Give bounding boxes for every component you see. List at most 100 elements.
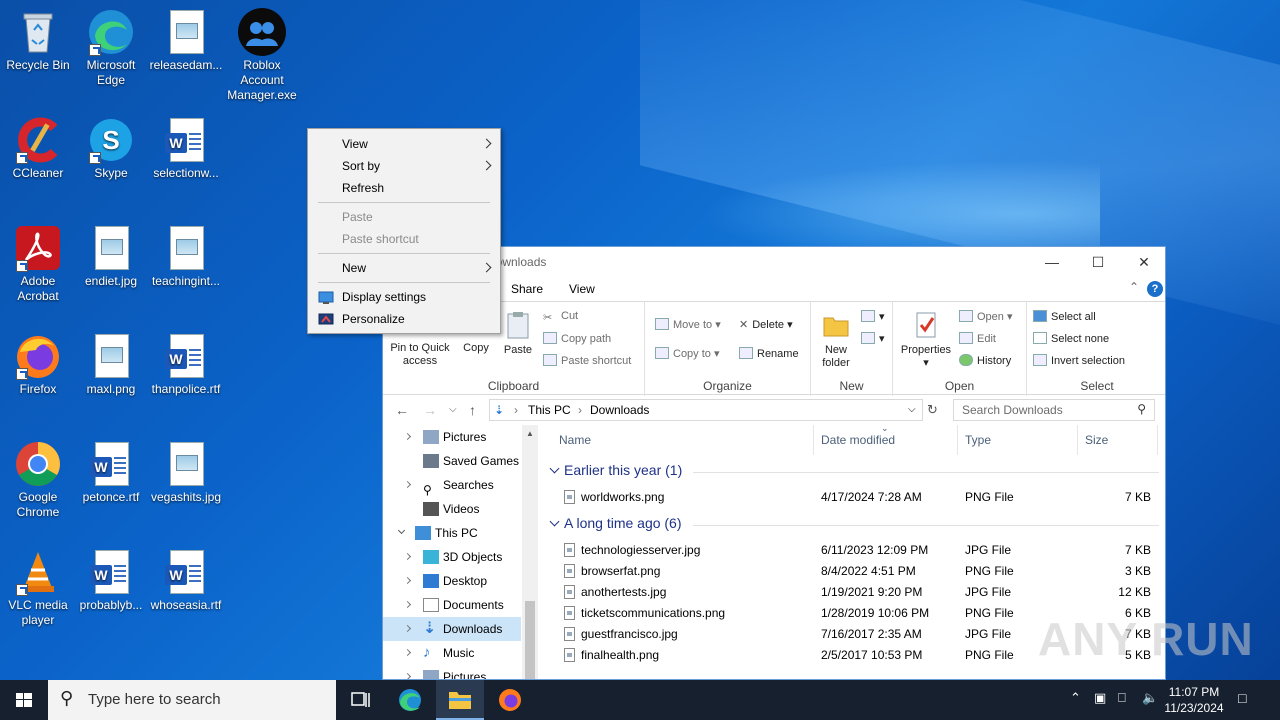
forward-arrow-icon[interactable]: → bbox=[423, 402, 437, 418]
menu-item-display-settings[interactable]: Display settings bbox=[308, 286, 500, 308]
paste-button[interactable]: Paste bbox=[501, 310, 535, 357]
paste-shortcut-button[interactable]: Paste shortcut bbox=[543, 354, 631, 367]
nav-item-saved-games[interactable]: Saved Games bbox=[383, 449, 521, 473]
tab-share[interactable]: Share bbox=[511, 282, 543, 296]
column-header-size[interactable]: Size bbox=[1085, 433, 1108, 447]
start-button[interactable] bbox=[0, 680, 48, 720]
nav-item-this-pc[interactable]: This PC bbox=[383, 521, 521, 545]
desktop-icon-endiet[interactable]: endiet.jpg bbox=[73, 224, 149, 289]
move-to-button[interactable]: Move to ▾ bbox=[655, 318, 721, 331]
menu-item-personalize[interactable]: Personalize bbox=[308, 308, 500, 330]
breadcrumb-this-pc[interactable]: This PC bbox=[528, 403, 571, 417]
column-header-date[interactable]: Date modified bbox=[821, 433, 895, 447]
nav-item-music[interactable]: ♪ Music bbox=[383, 641, 521, 665]
address-bar[interactable]: ⇣ › This PC › Downloads ⌵ bbox=[489, 399, 923, 421]
nav-item-documents[interactable]: Documents bbox=[383, 593, 521, 617]
volume-icon[interactable]: 🔈 bbox=[1142, 690, 1158, 720]
table-row[interactable]: anothertests.jpg 1/19/2021 9:20 PM JPG F… bbox=[541, 582, 1165, 603]
table-row[interactable]: worldworks.png 4/17/2024 7:28 AM PNG Fil… bbox=[541, 487, 1165, 508]
edit-button[interactable]: Edit bbox=[959, 332, 996, 345]
taskbar-firefox-icon[interactable] bbox=[486, 680, 534, 720]
desktop-icon-maxl[interactable]: maxl.png bbox=[73, 332, 149, 397]
maximize-button[interactable]: ☐ bbox=[1075, 247, 1121, 277]
address-dropdown-icon[interactable]: ⌵ bbox=[908, 404, 916, 415]
menu-item-sort-by[interactable]: Sort by bbox=[308, 155, 500, 177]
desktop-icon-skype[interactable]: S Skype bbox=[73, 116, 149, 181]
scrollbar-thumb[interactable] bbox=[525, 601, 535, 679]
select-none-button[interactable]: Select none bbox=[1033, 332, 1109, 345]
up-arrow-icon[interactable]: ↑ bbox=[469, 402, 476, 418]
desktop-icon-whoseasia[interactable]: W whoseasia.rtf bbox=[148, 548, 224, 613]
desktop-icon-firefox[interactable]: Firefox bbox=[0, 332, 76, 397]
nav-item-pictures-2[interactable]: Pictures bbox=[383, 665, 521, 679]
desktop-icon-thanpolice[interactable]: W thanpolice.rtf bbox=[148, 332, 224, 397]
desktop-icon-chrome[interactable]: Google Chrome bbox=[0, 440, 76, 520]
nav-item-pictures[interactable]: Pictures bbox=[383, 425, 521, 449]
invert-selection-button[interactable]: Invert selection bbox=[1033, 354, 1125, 367]
new-item-icon[interactable]: ▾ bbox=[861, 310, 885, 323]
desktop-icon-roblox[interactable]: Roblox Account Manager.exe bbox=[224, 8, 300, 103]
menu-item-new[interactable]: New bbox=[308, 257, 500, 279]
cut-button[interactable]: ✂ Cut bbox=[543, 310, 578, 324]
recent-locations-icon[interactable]: ⌵ bbox=[449, 404, 457, 415]
desktop-icon-probablyb[interactable]: W probablyb... bbox=[73, 548, 149, 613]
column-header-name[interactable]: Name bbox=[559, 433, 591, 447]
desktop-icon-vegashits[interactable]: vegashits.jpg bbox=[148, 440, 224, 505]
task-view-icon[interactable] bbox=[336, 680, 384, 720]
menu-item-paste-shortcut[interactable]: Paste shortcut bbox=[308, 228, 500, 250]
nav-scrollbar[interactable]: ▲ bbox=[522, 425, 538, 679]
nav-item-desktop[interactable]: Desktop bbox=[383, 569, 521, 593]
nav-item-downloads[interactable]: ⇣ Downloads bbox=[383, 617, 521, 641]
copy-button[interactable]: Copy bbox=[461, 342, 491, 355]
history-button[interactable]: History bbox=[959, 354, 1011, 367]
select-all-button[interactable]: Select all bbox=[1033, 310, 1096, 323]
scroll-up-icon[interactable]: ▲ bbox=[526, 429, 534, 438]
desktop-icon-selectionw[interactable]: W selectionw... bbox=[148, 116, 224, 181]
notifications-icon[interactable]: □ bbox=[1238, 690, 1246, 720]
desktop-icon-edge[interactable]: Microsoft Edge bbox=[73, 8, 149, 88]
nav-item-searches[interactable]: ⚲ Searches bbox=[383, 473, 521, 497]
taskbar-explorer-icon[interactable] bbox=[436, 680, 484, 720]
menu-item-view[interactable]: View bbox=[308, 133, 500, 155]
desktop-icon-ccleaner[interactable]: CCleaner bbox=[0, 116, 76, 181]
group-header-long-ago[interactable]: A long time ago (6) bbox=[549, 515, 682, 531]
show-hidden-icons[interactable]: ⌃ bbox=[1070, 690, 1081, 720]
refresh-icon[interactable]: ↻ bbox=[927, 402, 938, 418]
close-button[interactable]: ✕ bbox=[1121, 247, 1165, 277]
desktop-icon-acrobat[interactable]: Adobe Acrobat bbox=[0, 224, 76, 304]
desktop-icon-teachingint[interactable]: teachingint... bbox=[148, 224, 224, 289]
table-row[interactable]: technologiesserver.jpg 6/11/2023 12:09 P… bbox=[541, 540, 1165, 561]
easy-access-icon[interactable]: ▾ bbox=[861, 332, 885, 345]
pin-quick-access-button[interactable]: Pin to Quick access bbox=[389, 342, 451, 368]
nav-item-3d-objects[interactable]: 3D Objects bbox=[383, 545, 521, 569]
desktop-icon-vlc[interactable]: VLC media player bbox=[0, 548, 76, 628]
menu-item-paste[interactable]: Paste bbox=[308, 206, 500, 228]
collapse-ribbon-icon[interactable]: ⌃ bbox=[1129, 280, 1139, 294]
breadcrumb-downloads[interactable]: Downloads bbox=[590, 403, 649, 417]
help-icon[interactable]: ? bbox=[1147, 281, 1163, 297]
copy-path-button[interactable]: Copy path bbox=[543, 332, 611, 345]
open-button[interactable]: Open ▾ bbox=[959, 310, 1013, 323]
rename-button[interactable]: Rename bbox=[739, 347, 799, 360]
clock[interactable]: 11:07 PM 11/23/2024 bbox=[1162, 684, 1226, 720]
table-row[interactable]: browserfat.png 8/4/2022 4:51 PM PNG File… bbox=[541, 561, 1165, 582]
back-arrow-icon[interactable]: ← bbox=[395, 402, 409, 418]
copy-to-button[interactable]: Copy to ▾ bbox=[655, 347, 720, 360]
search-input[interactable]: Search Downloads ⚲ bbox=[953, 399, 1155, 421]
minimize-button[interactable]: — bbox=[1029, 247, 1075, 277]
desktop-icon-recycle-bin[interactable]: Recycle Bin bbox=[0, 8, 76, 73]
new-folder-button[interactable]: New folder bbox=[817, 310, 855, 370]
menu-item-refresh[interactable]: Refresh bbox=[308, 177, 500, 199]
delete-button[interactable]: ✕ Delete ▾ bbox=[739, 318, 793, 331]
taskbar-search-input[interactable]: ⚲ Type here to search bbox=[48, 680, 336, 720]
network-icon[interactable]: ⎕ bbox=[1118, 690, 1126, 720]
column-header-type[interactable]: Type bbox=[965, 433, 991, 447]
taskbar-edge-icon[interactable] bbox=[386, 680, 434, 720]
nav-item-videos[interactable]: Videos bbox=[383, 497, 521, 521]
desktop-icon-releasedam[interactable]: releasedam... bbox=[148, 8, 224, 73]
desktop-icon-petonce[interactable]: W petonce.rtf bbox=[73, 440, 149, 505]
properties-button[interactable]: Properties ▾ bbox=[899, 310, 953, 370]
security-tray-icon[interactable]: ▣ bbox=[1094, 690, 1106, 720]
tab-view[interactable]: View bbox=[569, 282, 595, 296]
group-header-earlier[interactable]: Earlier this year (1) bbox=[549, 462, 682, 478]
